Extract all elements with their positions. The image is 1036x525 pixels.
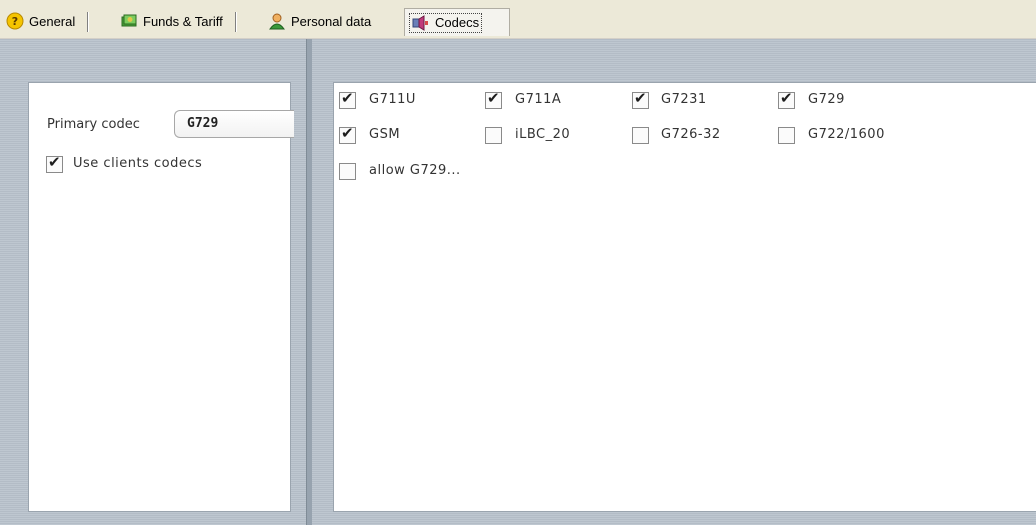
tab-codecs[interactable]: Codecs — [404, 8, 510, 36]
checkmark-icon: ✔ — [634, 89, 647, 107]
checkmark-icon: ✔ — [341, 89, 354, 107]
tab-separator — [87, 12, 90, 32]
use-clients-codecs-label: Use clients codecs — [73, 156, 203, 171]
codec-checkbox-g729[interactable]: ✔ — [778, 89, 795, 109]
codec-label: G729 — [808, 92, 845, 107]
checkmark-icon: ✔ — [341, 124, 354, 142]
primary-codec-value: G729 — [187, 116, 219, 131]
codec-checkbox-g711a[interactable]: ✔ — [485, 89, 502, 109]
checkmark-icon: ✔ — [780, 89, 793, 107]
checkmark-icon: ✔ — [487, 89, 500, 107]
codec-label: iLBC_20 — [515, 127, 571, 142]
codec-label: G7231 — [661, 92, 707, 107]
primary-codec-label: Primary codec — [47, 117, 140, 132]
codec-label: G722/1600 — [808, 127, 885, 142]
codecs-card — [333, 82, 1036, 512]
tab-general[interactable]: ? General — [2, 8, 90, 34]
codec-checkbox-gsm[interactable]: ✔ — [339, 124, 356, 144]
svg-text:?: ? — [12, 15, 18, 28]
use-clients-codecs-checkbox[interactable]: ✔ — [46, 153, 63, 173]
speaker-icon — [412, 14, 430, 32]
money-icon — [120, 12, 138, 30]
tab-personal-data[interactable]: Personal data — [264, 8, 383, 34]
tab-separator — [234, 12, 237, 32]
codec-checkbox-ilbc-20[interactable] — [485, 127, 502, 144]
tab-codecs-label: Codecs — [435, 15, 480, 30]
codec-checkbox-g7231[interactable]: ✔ — [632, 89, 649, 109]
codec-label: allow G729... — [369, 163, 461, 178]
tab-funds-tariff[interactable]: Funds & Tariff — [116, 8, 237, 34]
user-icon — [268, 12, 286, 30]
codec-label: GSM — [369, 127, 401, 142]
codec-label: G726-32 — [661, 127, 721, 142]
codec-checkbox-allow-g729[interactable] — [339, 163, 356, 180]
codec-checkbox-g726-32[interactable] — [632, 127, 649, 144]
codec-label: G711A — [515, 92, 562, 107]
question-icon: ? — [6, 12, 24, 30]
codec-label: G711U — [369, 92, 416, 107]
primary-codec-card — [28, 82, 291, 512]
checkmark-icon: ✔ — [48, 153, 61, 171]
tab-strip: ? General Funds & Tariff Personal data C… — [0, 0, 1036, 39]
codec-checkbox-g722-1600[interactable] — [778, 127, 795, 144]
tab-personal-label: Personal data — [291, 13, 372, 29]
codec-checkbox-g711u[interactable]: ✔ — [339, 89, 356, 109]
tab-funds-label: Funds & Tariff — [143, 13, 223, 29]
tab-general-label: General — [29, 13, 76, 29]
